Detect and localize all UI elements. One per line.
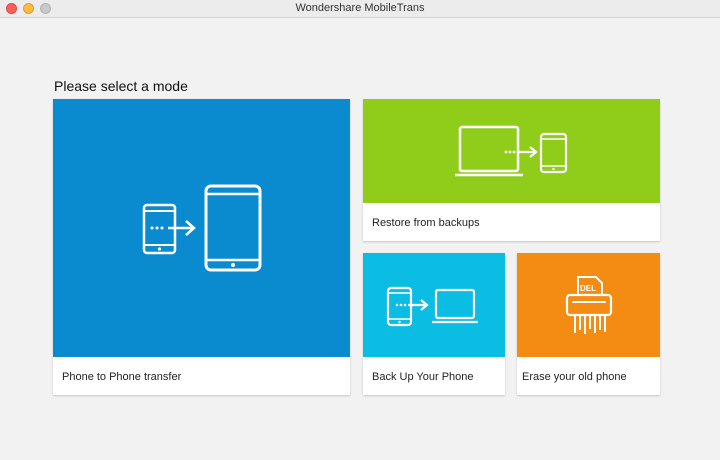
page-heading: Please select a mode <box>54 78 188 94</box>
backup-label: Back Up Your Phone <box>372 371 474 383</box>
restore-art <box>363 99 660 203</box>
phone-to-phone-icon <box>142 184 262 272</box>
phone-to-phone-label: Phone to Phone transfer <box>62 371 182 383</box>
restore-label: Restore from backups <box>372 217 480 229</box>
restore-from-backups-card[interactable]: Restore from backups <box>363 99 660 241</box>
laptop-to-phone-icon <box>455 125 568 177</box>
phone-to-phone-art <box>53 99 350 357</box>
del-text: DEL <box>580 284 596 293</box>
title-bar: Wondershare MobileTrans <box>0 0 720 18</box>
phone-to-phone-transfer-card[interactable]: Phone to Phone transfer <box>53 99 350 395</box>
shredder-icon: DEL <box>565 276 613 334</box>
erase-art: DEL <box>517 253 660 357</box>
erase-old-phone-card[interactable]: DEL Erase your old phone <box>517 253 660 395</box>
phone-to-laptop-icon <box>386 286 478 327</box>
erase-label: Erase your old phone <box>522 371 627 383</box>
backup-art <box>363 253 505 357</box>
window-title: Wondershare MobileTrans <box>295 2 425 14</box>
back-up-phone-card[interactable]: Back Up Your Phone <box>363 253 505 395</box>
